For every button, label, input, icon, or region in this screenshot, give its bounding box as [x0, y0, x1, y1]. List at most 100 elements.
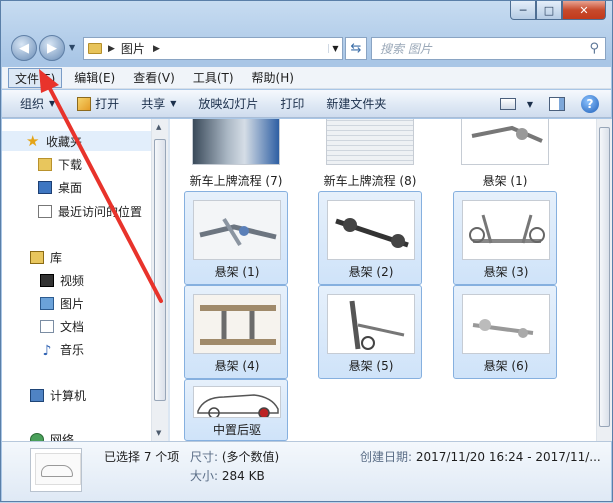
file-tile[interactable]: 中置后驱	[184, 379, 288, 441]
caption-buttons: ─ □ ✕	[510, 1, 606, 20]
search-icon[interactable]: ⚲	[589, 41, 599, 56]
dimension-value: (多个数值)	[221, 450, 280, 464]
nav-libraries[interactable]: 库	[30, 247, 62, 267]
forward-arrow-icon: ▶	[47, 40, 57, 56]
file-tile[interactable]: 新车上牌流程 (8)	[318, 119, 422, 191]
back-arrow-icon: ◀	[19, 40, 29, 56]
view-options-dropdown[interactable]: ▼	[527, 100, 533, 109]
nav-music-label: 音乐	[60, 342, 85, 357]
forward-button[interactable]: ▶	[39, 35, 65, 61]
file-thumbnail	[461, 119, 549, 165]
back-button[interactable]: ◀	[11, 35, 37, 61]
help-icon[interactable]: ?	[581, 95, 599, 113]
file-tile[interactable]: 新车上牌流程 (7)	[184, 119, 288, 191]
refresh-button[interactable]: ⇆	[345, 37, 367, 60]
file-name: 悬架 (3)	[483, 265, 529, 279]
downloads-folder-icon	[38, 157, 52, 171]
print-button[interactable]: 打印	[280, 95, 304, 112]
recent-pages-dropdown[interactable]: ▼	[69, 43, 75, 52]
file-name: 悬架 (6)	[483, 359, 529, 373]
share-label: 共享	[141, 97, 166, 111]
navigation-pane: ★ 收藏夹 下载 桌面 最近访问的位置 库 视频 图片 文档 ♪ 音乐 计算机 …	[2, 119, 151, 441]
documents-icon	[40, 319, 54, 333]
nav-downloads[interactable]: 下载	[38, 154, 82, 174]
maximize-button[interactable]: □	[536, 1, 562, 20]
file-tile[interactable]: 悬架 (1)	[184, 191, 288, 285]
address-dropdown-icon[interactable]: ▼	[328, 44, 342, 53]
nav-videos[interactable]: 视频	[40, 270, 84, 290]
breadcrumb-pictures[interactable]: 图片	[121, 40, 145, 57]
nav-favorites[interactable]: ★ 收藏夹	[2, 131, 151, 151]
file-name: 悬架 (4)	[214, 359, 260, 373]
menu-file[interactable]: 文件(F)	[8, 67, 63, 88]
close-button[interactable]: ✕	[562, 1, 606, 20]
suspension-drawing	[472, 319, 534, 338]
car-drawing	[197, 394, 279, 417]
nav-computer[interactable]: 计算机	[30, 385, 86, 405]
music-icon: ♪	[42, 342, 52, 359]
share-button[interactable]: 共享 ▼	[141, 95, 176, 112]
folder-icon	[88, 43, 102, 54]
file-name: 悬架 (1)	[482, 174, 528, 188]
breadcrumb-separator[interactable]: ▶	[108, 44, 115, 54]
file-tile[interactable]: 悬架 (4)	[184, 285, 288, 379]
slideshow-button[interactable]: 放映幻灯片	[198, 95, 258, 112]
file-tile[interactable]: 悬架 (5)	[318, 285, 422, 379]
suspension-drawing	[349, 300, 405, 350]
nav-computer-label: 计算机	[50, 388, 87, 403]
created-key-label: 创建日期:	[360, 450, 413, 464]
nav-network[interactable]: 网络	[30, 429, 74, 441]
selection-thumbnail	[30, 448, 82, 492]
file-list-scroll-thumb[interactable]	[599, 127, 610, 427]
address-bar[interactable]: ▶ 图片 ▶ ▼	[83, 37, 343, 60]
scroll-up-icon[interactable]: ▲	[156, 123, 161, 131]
file-tile[interactable]: 悬架 (6)	[453, 285, 557, 379]
file-tile[interactable]: 悬架 (2)	[318, 191, 422, 285]
nav-pictures[interactable]: 图片	[40, 293, 84, 313]
nav-music[interactable]: ♪ 音乐	[40, 339, 84, 359]
organize-label: 组织	[20, 97, 45, 111]
file-name: 悬架 (2)	[348, 265, 394, 279]
dimension-key: 尺寸: (多个数值)	[190, 448, 279, 465]
created-date: 创建日期: 2017/11/20 16:24 - 2017/11/...	[360, 448, 601, 465]
file-list: 新车上牌流程 (7) 新车上牌流程 (8) 悬架 (1) 悬架 (1) 悬架 (…	[170, 119, 596, 441]
file-tile[interactable]: 悬架 (1)	[453, 119, 557, 191]
breadcrumb-separator-end[interactable]: ▶	[153, 44, 160, 54]
nav-documents[interactable]: 文档	[40, 316, 84, 336]
navpane-scroll-thumb[interactable]	[154, 139, 166, 401]
preview-pane-icon[interactable]	[549, 97, 565, 111]
nav-desktop[interactable]: 桌面	[38, 177, 82, 197]
computer-icon	[30, 388, 44, 402]
menu-tools[interactable]: 工具(T)	[187, 68, 240, 88]
refresh-icon: ⇆	[350, 41, 362, 56]
file-list-scrollbar[interactable]	[596, 119, 612, 441]
minimize-button[interactable]: ─	[510, 1, 536, 20]
menu-bar: 文件(F) 编辑(E) 查看(V) 工具(T) 帮助(H)	[2, 67, 611, 89]
file-name: 悬架 (5)	[348, 359, 394, 373]
dimension-key-label: 尺寸:	[190, 450, 219, 464]
new-folder-button[interactable]: 新建文件夹	[326, 95, 386, 112]
star-icon: ★	[26, 132, 40, 150]
nav-recent[interactable]: 最近访问的位置	[38, 201, 142, 221]
suspension-drawing	[199, 217, 277, 247]
scroll-down-icon[interactable]: ▼	[156, 429, 161, 437]
open-icon	[77, 96, 92, 111]
file-name: 新车上牌流程 (7)	[189, 174, 283, 188]
menu-view[interactable]: 查看(V)	[127, 68, 181, 88]
filesize-value: 284 KB	[221, 469, 265, 483]
menu-help[interactable]: 帮助(H)	[246, 68, 300, 88]
command-toolbar: 组织 ▼ 打开 共享 ▼ 放映幻灯片 打印 新建文件夹 ▼ ?	[2, 90, 611, 118]
open-button[interactable]: 打开	[77, 95, 119, 112]
organize-button[interactable]: 组织 ▼	[20, 95, 55, 112]
nav-network-label: 网络	[50, 432, 75, 442]
desktop-icon	[38, 180, 52, 194]
navpane-scrollbar[interactable]: ▲ ▼	[151, 119, 168, 441]
change-view-icon[interactable]	[499, 98, 516, 110]
menu-edit[interactable]: 编辑(E)	[68, 68, 121, 88]
file-name: 中置后驱	[212, 423, 261, 437]
nav-videos-label: 视频	[60, 273, 85, 288]
search-input[interactable]: 搜索 图片 ⚲	[371, 37, 606, 60]
nav-pictures-label: 图片	[60, 296, 85, 311]
file-tile[interactable]: 悬架 (3)	[453, 191, 557, 285]
suspension-drawing	[471, 125, 543, 143]
